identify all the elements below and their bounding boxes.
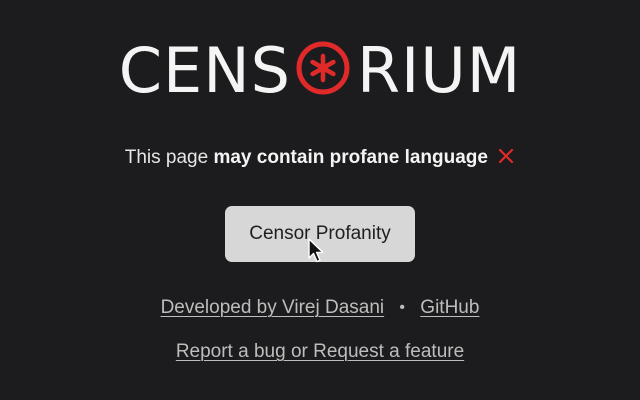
logo-suffix: RIUM [356, 34, 522, 107]
feedback-links: Report a bug or Request a feature [0, 338, 640, 366]
developer-link[interactable]: Developed by Virej Dasani [161, 297, 385, 318]
logo: CENS RIUM [0, 34, 640, 108]
extension-popup: CENS RIUM This page may contain profane … [0, 0, 640, 400]
developer-links: Developed by Virej Dasani • GitHub [0, 294, 640, 322]
link-separator: • [399, 299, 406, 316]
report-bug-link[interactable]: Report a bug or Request a feature [176, 341, 464, 362]
status-message: may contain profane language [213, 147, 488, 168]
x-icon [497, 147, 515, 165]
asterisk-circle-icon [295, 40, 351, 96]
page-status: This page may contain profane language [0, 144, 640, 172]
status-prefix: This page [124, 147, 209, 168]
github-link[interactable]: GitHub [420, 297, 479, 318]
logo-prefix: CENS [118, 34, 291, 107]
censor-profanity-button[interactable]: Censor Profanity [225, 206, 415, 262]
